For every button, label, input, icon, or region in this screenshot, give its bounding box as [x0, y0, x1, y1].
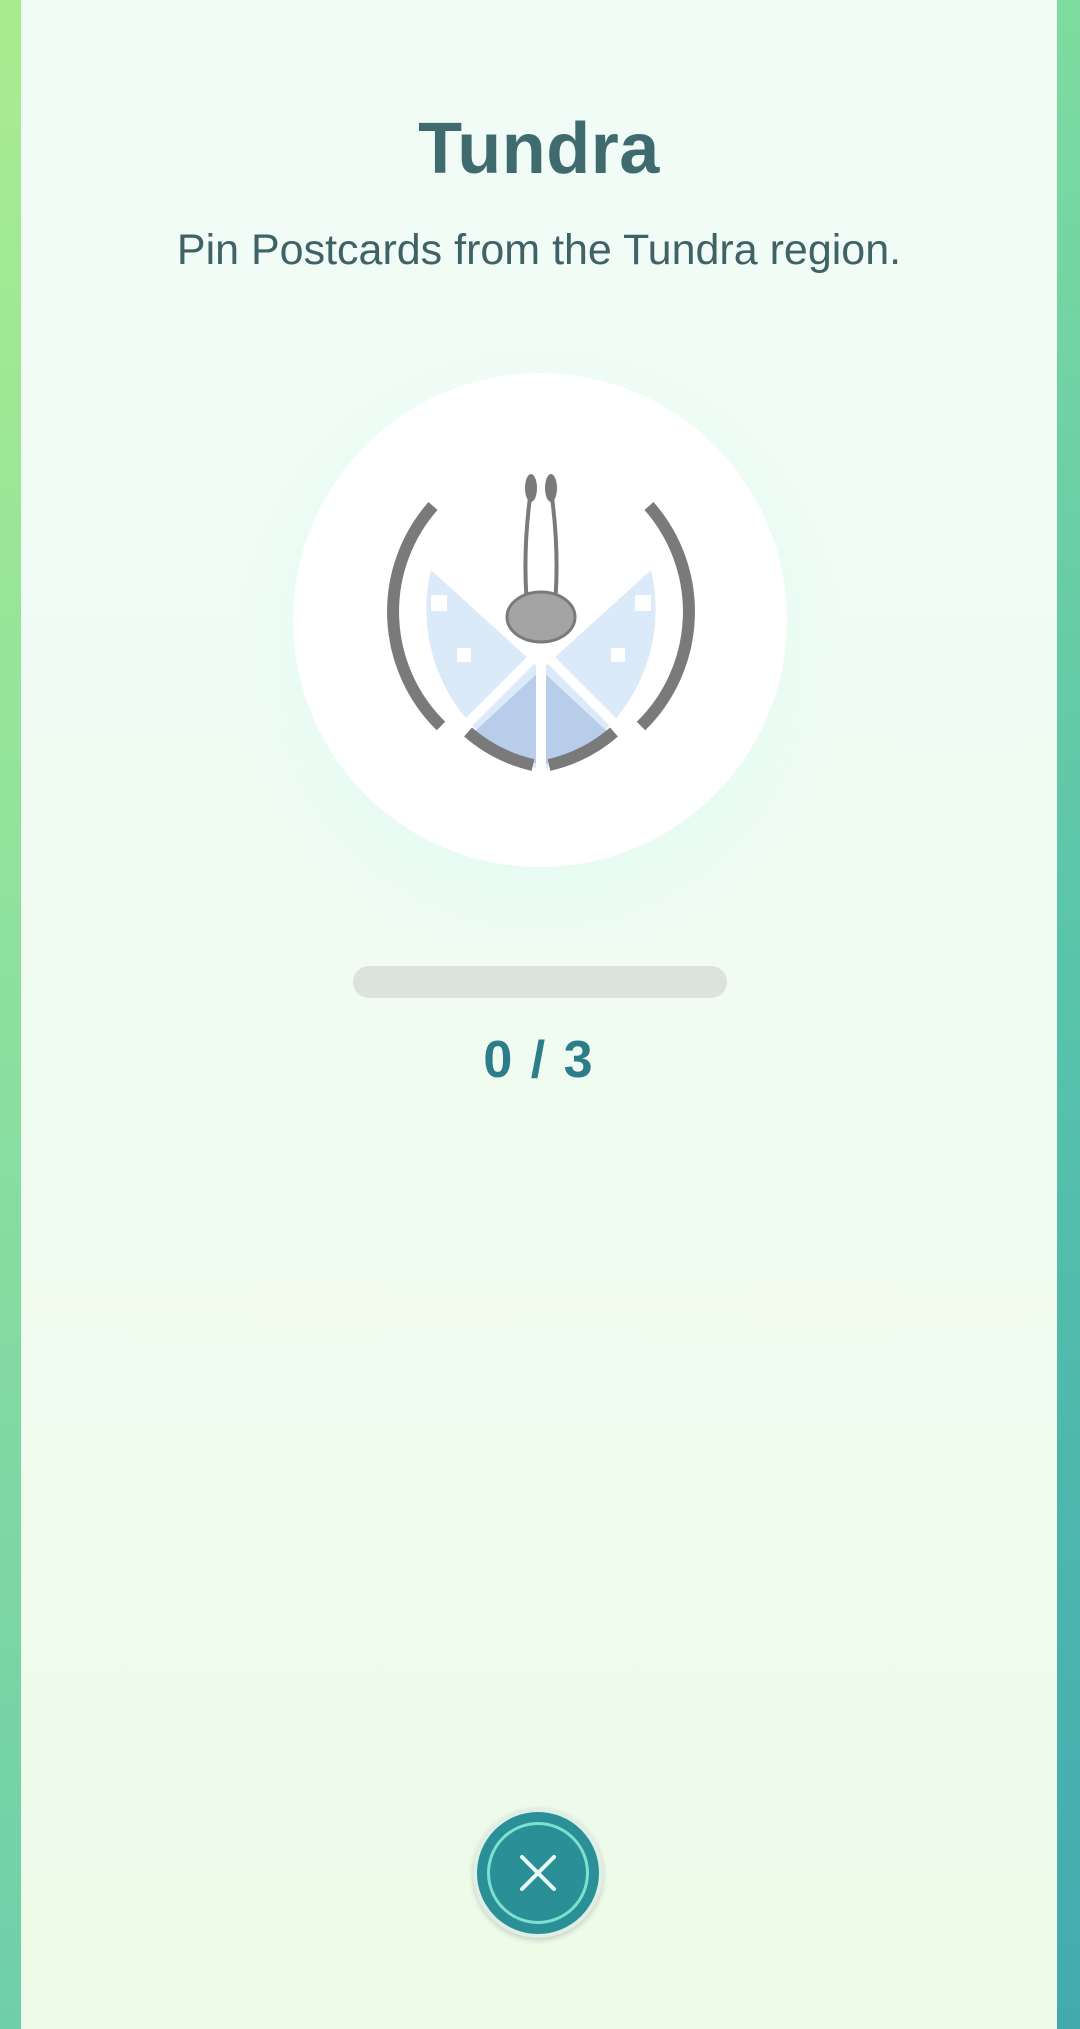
- close-icon: [520, 1855, 556, 1891]
- vivillon-tundra-pattern-icon: [387, 474, 695, 780]
- badge-description: Pin Postcards from the Tundra region.: [176, 226, 902, 274]
- close-button[interactable]: [473, 1808, 603, 1938]
- background-right-edge: [1056, 0, 1080, 2029]
- badge-title: Tundra: [418, 109, 660, 189]
- progress-bar: [353, 966, 727, 998]
- badge-detail-panel: Tundra Pin Postcards from the Tundra reg…: [21, 0, 1057, 2029]
- progress-counter: 0 / 3: [483, 1031, 595, 1089]
